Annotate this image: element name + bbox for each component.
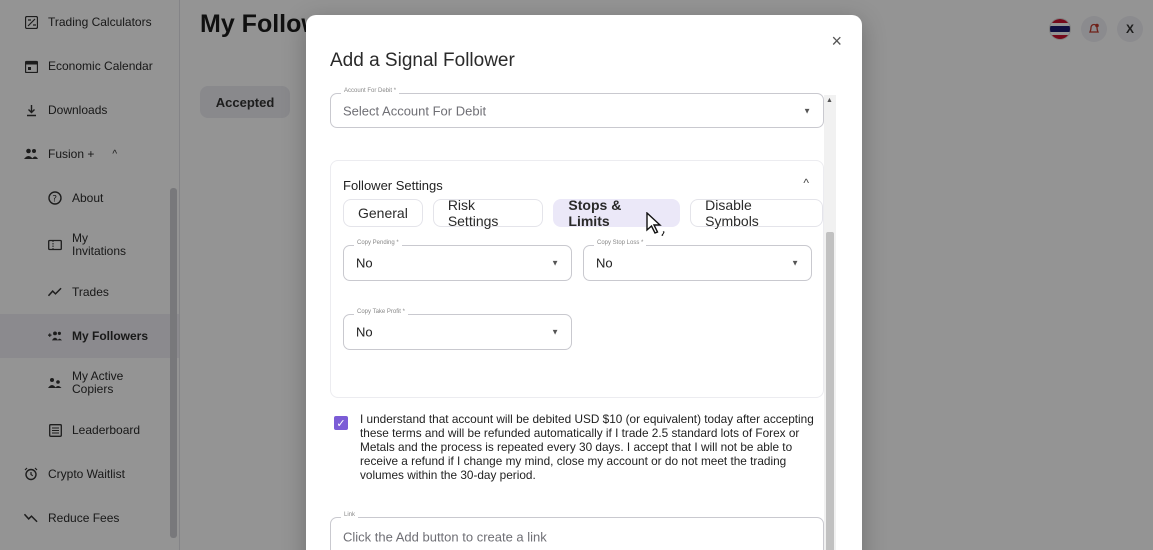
follower-settings-title: Follower Settings <box>343 178 443 193</box>
tab-disable-symbols[interactable]: Disable Symbols <box>690 197 823 229</box>
close-icon[interactable]: × <box>831 31 842 52</box>
dropdown-arrow-icon: ▼ <box>803 106 811 115</box>
copy-pending-value: No <box>356 255 373 271</box>
copy-stop-loss-value: No <box>596 255 613 271</box>
dropdown-arrow-icon: ▼ <box>551 327 559 337</box>
account-for-debit-select[interactable]: Account For Debit * Select Account For D… <box>330 88 824 128</box>
tab-risk-settings[interactable]: Risk Settings <box>432 197 544 229</box>
link-placeholder: Click the Add button to create a link <box>343 529 547 545</box>
modal-title: Add a Signal Follower <box>330 50 515 71</box>
scroll-up-arrow-icon[interactable]: ▲ <box>826 97 833 104</box>
copy-stop-loss-label: Copy Stop Loss * <box>594 240 647 246</box>
terms-text: I understand that account will be debite… <box>360 412 814 482</box>
copy-pending-select[interactable]: Copy Pending * No ▼ <box>343 240 572 281</box>
copy-take-profit-select[interactable]: Copy Take Profit * No ▼ <box>343 309 572 350</box>
account-for-debit-label: Account For Debit * <box>341 88 400 94</box>
dropdown-arrow-icon: ▼ <box>551 258 559 268</box>
settings-tabs: General Risk Settings Stops & Limits Dis… <box>343 197 823 229</box>
chevron-up-icon[interactable]: ^ <box>803 176 809 190</box>
link-field[interactable]: Link Click the Add button to create a li… <box>330 512 824 550</box>
terms-checkbox[interactable]: ✓ <box>334 416 348 430</box>
tab-general[interactable]: General <box>343 199 423 227</box>
modal-scrollbar[interactable]: ▲ <box>824 95 836 550</box>
add-signal-follower-modal: Add a Signal Follower × Account For Debi… <box>306 15 862 550</box>
copy-take-profit-value: No <box>356 324 373 340</box>
follower-settings-panel: Follower Settings ^ General Risk Setting… <box>330 160 824 398</box>
copy-take-profit-label: Copy Take Profit * <box>354 309 408 315</box>
copy-pending-label: Copy Pending * <box>354 240 402 246</box>
copy-stop-loss-select[interactable]: Copy Stop Loss * No ▼ <box>583 240 812 281</box>
mouse-pointer-icon <box>646 211 668 243</box>
link-label: Link <box>341 512 359 518</box>
modal-scrollbar-thumb[interactable] <box>826 232 834 550</box>
dropdown-arrow-icon: ▼ <box>791 258 799 268</box>
account-for-debit-placeholder: Select Account For Debit <box>343 103 487 118</box>
